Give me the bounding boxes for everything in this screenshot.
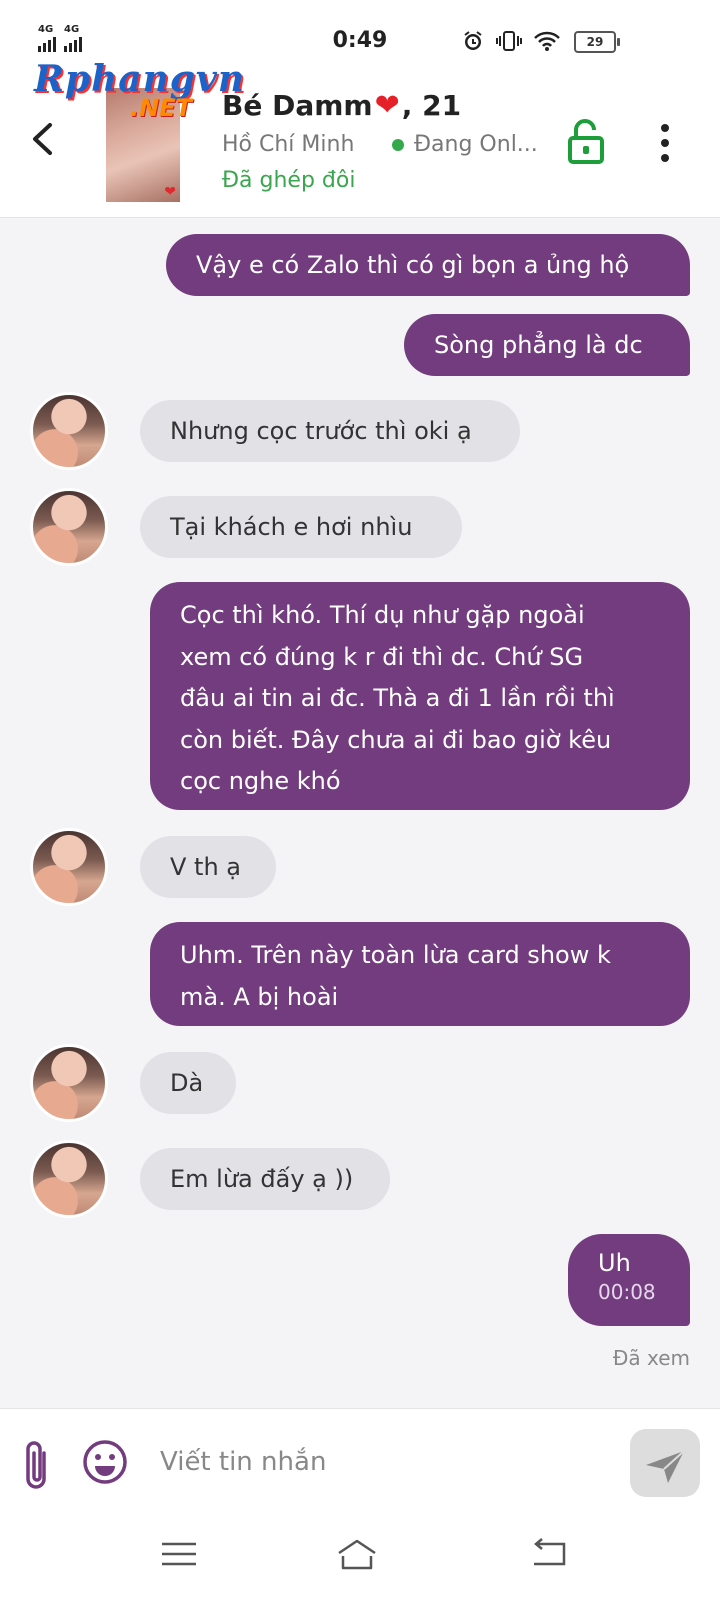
message-text: Em lừa đấy ạ ))	[170, 1165, 354, 1193]
profile-age: , 21	[401, 89, 462, 122]
message-time: 00:08	[598, 1280, 656, 1304]
battery-indicator: 29	[574, 31, 620, 53]
message-text: Tại khách e hơi nhìu	[170, 513, 413, 541]
message-text: Sòng phẳng là dc	[434, 331, 643, 359]
seen-status: Đã xem	[612, 1346, 690, 1370]
status-icons	[462, 30, 560, 52]
message-text-line: đâu ai tin ai đc. Thà a đi 1 lần rồi thì	[180, 684, 615, 712]
more-options-icon[interactable]	[660, 124, 670, 164]
avatar[interactable]	[30, 392, 108, 470]
avatar[interactable]	[30, 1044, 108, 1122]
message-text-line: xem có đúng k r đi thì dc. Chứ SG	[180, 642, 584, 671]
online-status-label: Đang Onl...	[414, 132, 538, 157]
message-bubble-outgoing: Cọc thì khó. Thí dụ như gặp ngoài xem có…	[150, 582, 690, 810]
message-text: Nhưng cọc trước thì oki ạ	[170, 417, 472, 445]
message-text-line: còn biết. Đây chưa ai đi bao giờ kêu	[180, 725, 612, 754]
avatar[interactable]	[30, 828, 108, 906]
watermark-logo-sub: .NET	[130, 94, 192, 122]
unlock-icon[interactable]	[566, 118, 606, 164]
paperclip-icon[interactable]	[18, 1439, 54, 1495]
message-text: V th ạ	[170, 853, 242, 881]
profile-city: Hồ Chí Minh	[222, 132, 355, 157]
message-bubble-incoming: Dà	[140, 1052, 236, 1114]
message-text: Dà	[170, 1069, 204, 1097]
message-text: Uh	[598, 1249, 631, 1277]
vibrate-icon	[496, 31, 522, 51]
heart-icon: ❤	[164, 184, 176, 200]
avatar[interactable]	[30, 488, 108, 566]
message-bubble-incoming: Em lừa đấy ạ ))	[140, 1148, 390, 1210]
online-status: Đang Onl...	[392, 132, 538, 157]
message-bubble-outgoing: Sòng phẳng là dc	[404, 314, 690, 376]
message-bubble-outgoing: Uh 00:08	[568, 1234, 690, 1326]
battery-icon: 29	[574, 31, 620, 53]
heart-icon: ❤	[374, 88, 400, 123]
back-arrow-icon[interactable]	[26, 122, 60, 156]
message-bubble-incoming: Tại khách e hơi nhìu	[140, 496, 462, 558]
avatar[interactable]	[30, 1140, 108, 1218]
message-bubble-incoming: Nhưng cọc trước thì oki ạ	[140, 400, 520, 462]
watermark-logo: Rphangvn .NET	[34, 58, 254, 122]
message-text-line: mà. A bị hoài	[180, 982, 339, 1011]
message-text-line: cọc nghe khó	[180, 767, 341, 795]
message-text: Vậy e có Zalo thì có gì bọn a ủng hộ	[196, 251, 630, 279]
recent-apps-icon[interactable]	[158, 1536, 200, 1572]
emoji-icon[interactable]	[82, 1439, 128, 1485]
back-nav-icon[interactable]	[528, 1536, 570, 1572]
message-bubble-outgoing: Vậy e có Zalo thì có gì bọn a ủng hộ	[166, 234, 690, 296]
wifi-icon	[534, 31, 560, 51]
profile-name-line[interactable]: Bé Damm ❤ , 21	[222, 88, 461, 123]
message-text-line: Uhm. Trên này toàn lừa card show k	[180, 941, 611, 969]
system-nav-bar	[0, 1522, 720, 1600]
message-input[interactable]	[158, 1439, 582, 1485]
message-bubble-incoming: V th ạ	[140, 836, 276, 898]
message-text-line: Cọc thì khó. Thí dụ như gặp ngoài	[180, 601, 585, 629]
composer-bar	[0, 1408, 720, 1523]
alarm-icon	[464, 31, 482, 50]
home-icon[interactable]	[336, 1536, 378, 1572]
match-status: Đã ghép đôi	[222, 168, 356, 193]
send-icon	[646, 1450, 685, 1483]
online-dot-icon	[392, 138, 404, 151]
send-button[interactable]	[630, 1429, 700, 1497]
message-bubble-outgoing: Uhm. Trên này toàn lừa card show k mà. A…	[150, 922, 690, 1026]
message-list[interactable]: Vậy e có Zalo thì có gì bọn a ủng hộ Sòn…	[0, 218, 720, 1408]
